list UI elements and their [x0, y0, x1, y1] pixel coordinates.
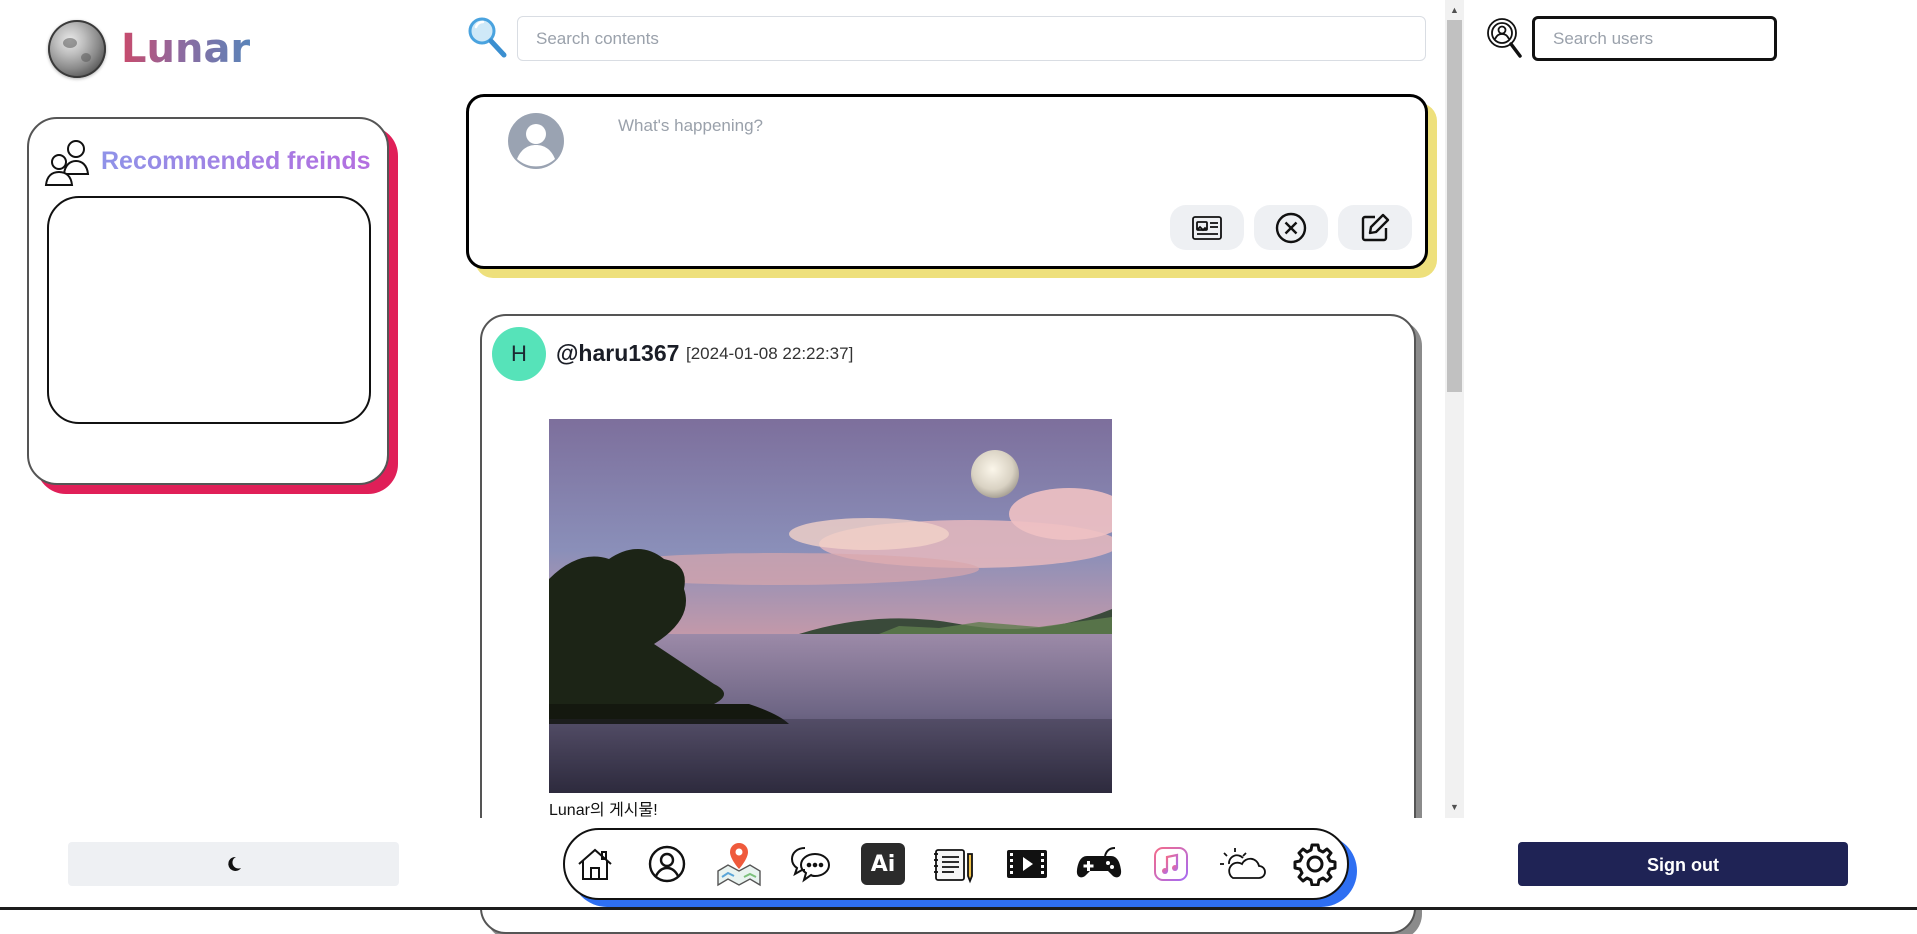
dock-map-button[interactable] [712, 838, 766, 890]
cancel-button[interactable] [1254, 205, 1328, 250]
search-contents-input[interactable] [517, 16, 1426, 61]
scroll-down-arrow-icon[interactable]: ▼ [1445, 799, 1464, 815]
music-icon [1154, 847, 1188, 881]
dock-settings-button[interactable] [1288, 838, 1342, 890]
weather-icon [1220, 848, 1266, 879]
post-author-avatar[interactable]: H [492, 327, 546, 381]
map-icon [717, 843, 761, 887]
write-post-button[interactable] [1338, 205, 1412, 250]
dark-mode-toggle-button[interactable] [68, 842, 399, 886]
dock-game-button[interactable] [1072, 838, 1126, 890]
chat-icon [790, 847, 831, 883]
dock-notes-button[interactable] [928, 838, 982, 890]
lunar-logo-moon [48, 20, 106, 78]
dock-ai-button[interactable]: Ai [856, 838, 910, 890]
post-image[interactable] [549, 419, 1112, 793]
user-avatar-icon [508, 113, 564, 169]
dock-weather-button[interactable] [1216, 838, 1270, 890]
profile-icon [648, 845, 686, 883]
ai-icon: Ai [861, 843, 905, 885]
post-username[interactable]: @haru1367 [556, 337, 679, 369]
film-icon [1007, 850, 1047, 878]
dock-video-button[interactable] [1000, 838, 1054, 890]
home-icon [578, 848, 612, 880]
dock-music-button[interactable] [1144, 838, 1198, 890]
media-icon [1192, 215, 1222, 240]
dock-profile-button[interactable] [640, 838, 694, 890]
whats-happening-input[interactable] [604, 110, 1384, 170]
gear-icon [1293, 843, 1337, 886]
edit-icon [1361, 213, 1390, 241]
search-icon[interactable] [466, 15, 508, 59]
recommended-friends-title: Recommended freinds [101, 144, 371, 178]
notebook-icon [934, 849, 973, 884]
scroll-up-arrow-icon[interactable]: ▲ [1445, 2, 1464, 18]
attach-media-button[interactable] [1170, 205, 1244, 250]
sign-out-button[interactable]: Sign out [1518, 842, 1848, 886]
friends-icon [44, 140, 90, 186]
gamepad-icon [1076, 847, 1122, 878]
post-timestamp: [2024-01-08 22:22:37] [686, 344, 854, 363]
moon-icon [227, 856, 241, 871]
dock-home-button[interactable] [568, 838, 622, 890]
app-logo-text[interactable]: Lunar [121, 24, 250, 74]
close-circle-icon [1275, 212, 1307, 243]
dock-chat-button[interactable] [784, 838, 838, 890]
recommended-friends-list [47, 196, 371, 424]
user-search-icon[interactable] [1485, 17, 1523, 59]
search-users-input[interactable] [1532, 16, 1777, 61]
ai-icon-label: Ai [870, 851, 896, 877]
scrollbar-thumb[interactable] [1447, 20, 1462, 392]
